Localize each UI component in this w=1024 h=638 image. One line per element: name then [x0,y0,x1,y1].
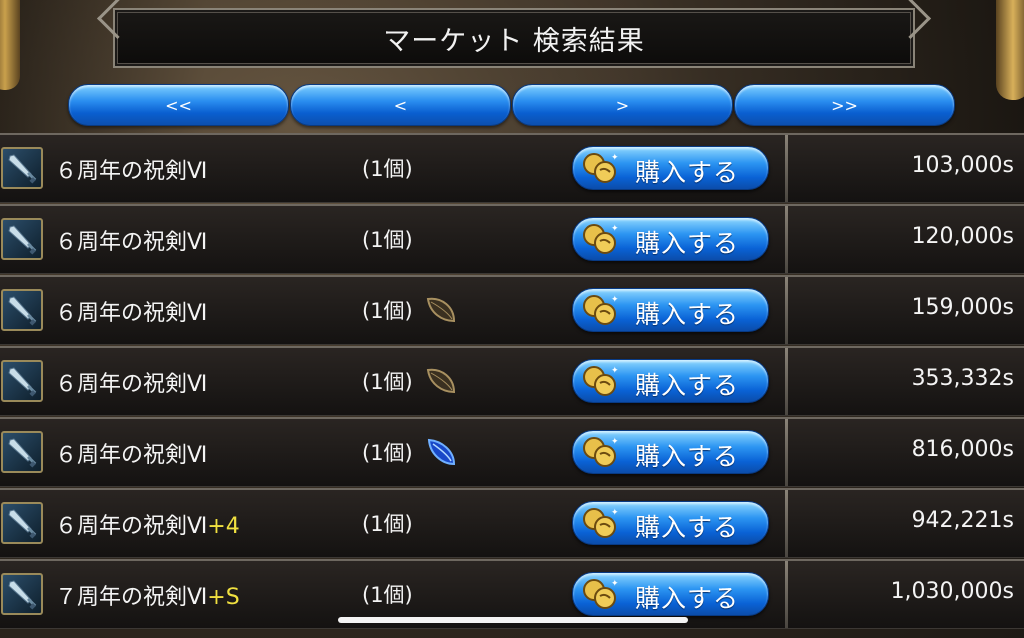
item-name-base: ６周年の祝剣Ⅵ [55,230,208,255]
coin-icon: ✦ [581,364,619,398]
item-name-base: ７周年の祝剣Ⅵ [55,585,208,610]
sword-icon [1,360,43,402]
buy-button[interactable]: ✦ 購入する [572,217,769,261]
coin-icon: ✦ [581,506,619,540]
buy-button-label: 購入する [635,158,740,187]
column-divider [785,277,788,344]
svg-text:✦: ✦ [611,508,619,518]
buy-button[interactable]: ✦ 購入する [572,430,769,474]
item-price: 159,000s [911,295,1014,320]
next-page-button[interactable]: > [512,84,733,126]
buy-button-label: 購入する [635,229,740,258]
item-name-base: ６周年の祝剣Ⅵ [55,159,208,184]
coin-icon: ✦ [581,293,619,327]
column-divider [785,135,788,202]
first-page-button[interactable]: << [68,84,289,126]
item-name-base: ６周年の祝剣Ⅵ [55,514,208,539]
item-name: ６周年の祝剣Ⅵ [55,295,207,327]
item-quantity: (1個) [362,299,413,323]
item-name: ６周年の祝剣Ⅵ+4 [55,508,240,540]
item-name-base: ６周年の祝剣Ⅵ [55,301,208,326]
item-quantity: (1個) [362,370,413,394]
coin-icon: ✦ [581,577,619,611]
svg-text:✦: ✦ [611,366,619,376]
sword-icon [1,502,43,544]
item-price: 1,030,000s [890,579,1014,604]
buy-button[interactable]: ✦ 購入する [572,288,769,332]
buy-button-label: 購入する [635,513,740,542]
listing-table: ６周年の祝剣Ⅵ (1個) ✦ 購入する 103,000s ６周年の祝剣Ⅵ (1個) ✦ 購入す… [0,133,1024,638]
item-name: ６周年の祝剣Ⅵ [55,224,207,256]
listing-row: ６周年の祝剣Ⅵ (1個) ✦ 購入する 120,000s [0,204,1024,274]
coin-icon: ✦ [581,222,619,256]
gold-pillar-right [996,0,1024,100]
buy-button-label: 購入する [635,442,740,471]
item-enhance-level: +S [207,585,240,610]
item-price: 103,000s [911,153,1014,178]
prev-page-button[interactable]: < [290,84,511,126]
column-divider [785,206,788,273]
svg-text:✦: ✦ [611,224,619,234]
item-name: ６周年の祝剣Ⅵ [55,366,207,398]
item-quantity: (1個) [362,441,413,465]
svg-text:✦: ✦ [611,579,619,589]
buy-button[interactable]: ✦ 購入する [572,146,769,190]
coin-icon: ✦ [581,435,619,469]
item-enhance-level: +4 [207,514,240,539]
svg-text:✦: ✦ [611,153,619,163]
sword-icon [1,147,43,189]
listing-row: ６周年の祝剣Ⅵ (1個) ✦ 購入する 353,332s [0,346,1024,416]
item-name-base: ６周年の祝剣Ⅵ [55,443,208,468]
buy-button-label: 購入する [635,300,740,329]
item-name-base: ６周年の祝剣Ⅵ [55,372,208,397]
svg-text:✦: ✦ [611,437,619,447]
sword-icon [1,573,43,615]
item-quantity: (1個) [362,583,413,607]
svg-text:✦: ✦ [611,295,619,305]
water-drop-icon [424,435,458,469]
column-divider [785,561,788,628]
item-quantity: (1個) [362,228,413,252]
item-name: ６周年の祝剣Ⅵ [55,153,207,185]
item-name: ７周年の祝剣Ⅵ+S [55,579,240,611]
column-divider [785,490,788,557]
pagination-nav: << < > >> [68,84,956,126]
gold-pillar-left [0,0,20,90]
listing-row: ６周年の祝剣Ⅵ (1個) ✦ 購入する 816,000s [0,417,1024,487]
buy-button-label: 購入する [635,371,740,400]
item-price: 120,000s [911,224,1014,249]
title-bar: マーケット 検索結果 [113,8,915,68]
item-quantity: (1個) [362,512,413,536]
sword-icon [1,289,43,331]
item-price: 353,332s [911,366,1014,391]
listing-row: ６周年の祝剣Ⅵ+4 (1個) ✦ 購入する 942,221s [0,488,1024,558]
buy-button-label: 購入する [635,584,740,613]
earth-leaf-icon [424,364,458,398]
item-quantity: (1個) [362,157,413,181]
buy-button[interactable]: ✦ 購入する [572,359,769,403]
listing-row: ６周年の祝剣Ⅵ (1個) ✦ 購入する 103,000s [0,133,1024,203]
listing-row: ６周年の祝剣Ⅵ (1個) ✦ 購入する 159,000s [0,275,1024,345]
buy-button[interactable]: ✦ 購入する [572,572,769,616]
item-price: 816,000s [911,437,1014,462]
home-indicator [338,617,688,623]
buy-button[interactable]: ✦ 購入する [572,501,769,545]
item-name: ６周年の祝剣Ⅵ [55,437,207,469]
column-divider [785,419,788,486]
last-page-button[interactable]: >> [734,84,955,126]
column-divider [785,348,788,415]
item-price: 942,221s [911,508,1014,533]
coin-icon: ✦ [581,151,619,185]
earth-leaf-icon [424,293,458,327]
page-title: マーケット 検索結果 [383,25,645,57]
sword-icon [1,431,43,473]
sword-icon [1,218,43,260]
